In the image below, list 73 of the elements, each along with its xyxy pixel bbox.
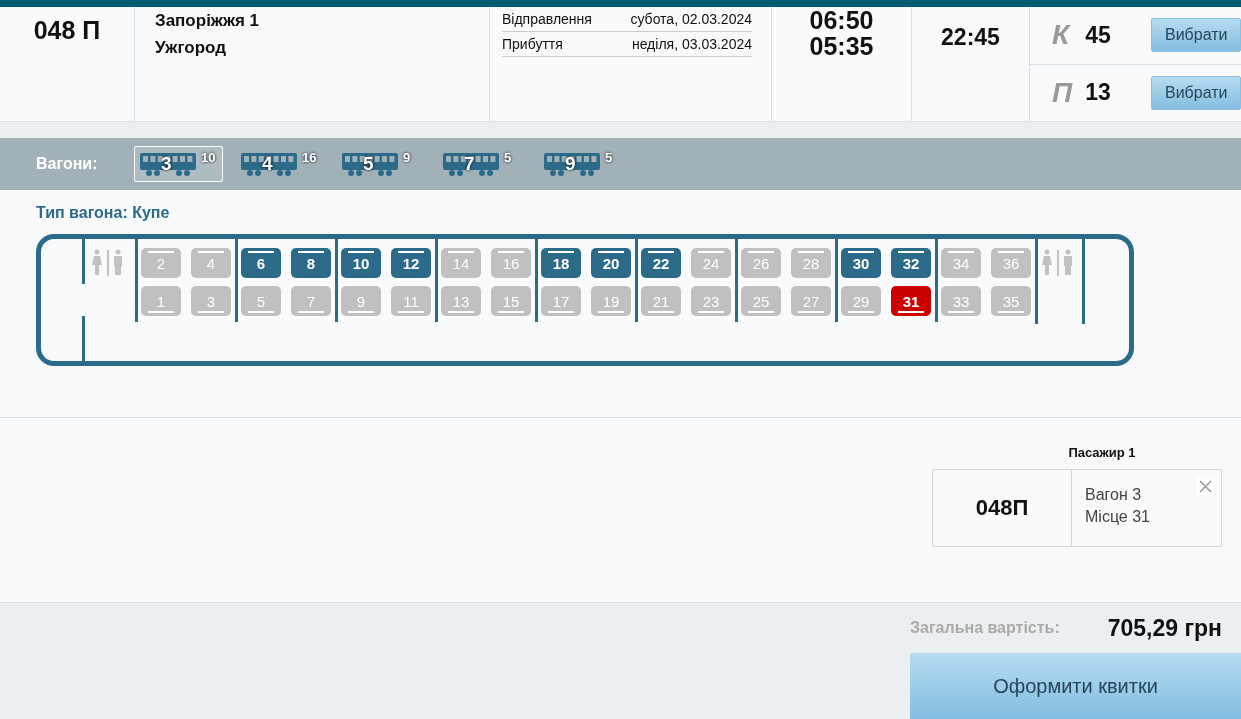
seat-count: 45 — [1085, 21, 1112, 49]
station-name: Ужгород — [155, 37, 227, 59]
duration: 22:45 — [941, 23, 1000, 51]
seat[interactable]: 32 — [891, 248, 931, 278]
class-letter: К — [1052, 19, 1072, 52]
seat-count: 13 — [1085, 79, 1112, 107]
schedule-date: неділя, 03.03.2024 — [631, 36, 752, 52]
railcar-icon — [543, 151, 601, 177]
seat[interactable]: 8 — [291, 248, 331, 278]
passenger-title: Пасажир 1 — [1068, 445, 1136, 460]
seat[interactable]: 21 — [641, 286, 681, 316]
seat[interactable]: 25 — [741, 286, 781, 316]
seat[interactable]: 14 — [441, 248, 481, 278]
seat[interactable]: 2 — [141, 248, 181, 278]
seat[interactable]: 11 — [391, 286, 431, 316]
close-icon — [1198, 479, 1212, 493]
wagon-tab[interactable]: 5 9 — [336, 146, 425, 182]
seat[interactable]: 22 — [641, 248, 681, 278]
wagon-tab[interactable]: 7 5 — [437, 146, 526, 182]
seat[interactable]: 18 — [541, 248, 581, 278]
wagon-tab[interactable]: 4 16 — [235, 146, 324, 182]
time: 05:35 — [809, 33, 874, 59]
total-label: Загальна вартість: — [910, 619, 1060, 637]
seat[interactable]: 19 — [591, 286, 631, 316]
seat[interactable]: 10 — [341, 248, 381, 278]
railcar-icon — [139, 151, 197, 177]
seat[interactable]: 35 — [991, 286, 1031, 316]
time: 06:50 — [809, 7, 874, 33]
seat[interactable]: 20 — [591, 248, 631, 278]
class-letter: П — [1052, 76, 1074, 109]
close-button[interactable] — [1196, 477, 1214, 495]
seat[interactable]: 13 — [441, 286, 481, 316]
seat[interactable]: 24 — [691, 248, 731, 278]
seat[interactable]: 12 — [391, 248, 431, 278]
total-amount: 705,29 грн — [1107, 614, 1222, 642]
railcar-icon — [240, 151, 298, 177]
railcar-icon — [442, 151, 500, 177]
train-number: 048 П — [33, 16, 101, 44]
seat[interactable]: 15 — [491, 286, 531, 316]
seat[interactable]: 33 — [941, 286, 981, 316]
checkout-button[interactable]: Оформити квитки — [910, 653, 1241, 719]
schedule-date: субота, 02.03.2024 — [630, 11, 752, 27]
seat[interactable]: 27 — [791, 286, 831, 316]
wagon-tab[interactable]: 3 10 — [134, 146, 223, 182]
seat[interactable]: 34 — [941, 248, 981, 278]
wagons-label: Вагони: — [36, 155, 99, 173]
ticket-detail: Вагон 3 — [1085, 485, 1142, 505]
seat[interactable]: 30 — [841, 248, 881, 278]
seat[interactable]: 4 — [191, 248, 231, 278]
seat[interactable]: 29 — [841, 286, 881, 316]
ticket-detail: Місце 31 — [1085, 507, 1150, 527]
ticket-train-number: 048П — [933, 470, 1072, 546]
seat[interactable]: 36 — [991, 248, 1031, 278]
seat[interactable]: 9 — [341, 286, 381, 316]
wagon-type: Тип вагона: Купе — [36, 204, 171, 222]
seat[interactable]: 26 — [741, 248, 781, 278]
station-name: Запоріжжя 1 — [155, 10, 261, 32]
seat[interactable]: 23 — [691, 286, 731, 316]
seat[interactable]: 31 — [891, 286, 931, 316]
seat[interactable]: 5 — [241, 286, 281, 316]
schedule-label: Відправлення — [502, 11, 592, 27]
seat[interactable]: 1 — [141, 286, 181, 316]
wagon-tab[interactable]: 9 5 — [538, 146, 627, 182]
seat[interactable]: 16 — [491, 248, 531, 278]
seat[interactable]: 3 — [191, 286, 231, 316]
schedule-label: Прибуття — [502, 36, 563, 52]
seat[interactable]: 7 — [291, 286, 331, 316]
railcar-icon — [341, 151, 399, 177]
select-button[interactable]: Вибрати — [1151, 18, 1241, 53]
seat[interactable]: 28 — [791, 248, 831, 278]
seat[interactable]: 6 — [241, 248, 281, 278]
select-button[interactable]: Вибрати — [1151, 75, 1241, 110]
seat[interactable]: 17 — [541, 286, 581, 316]
